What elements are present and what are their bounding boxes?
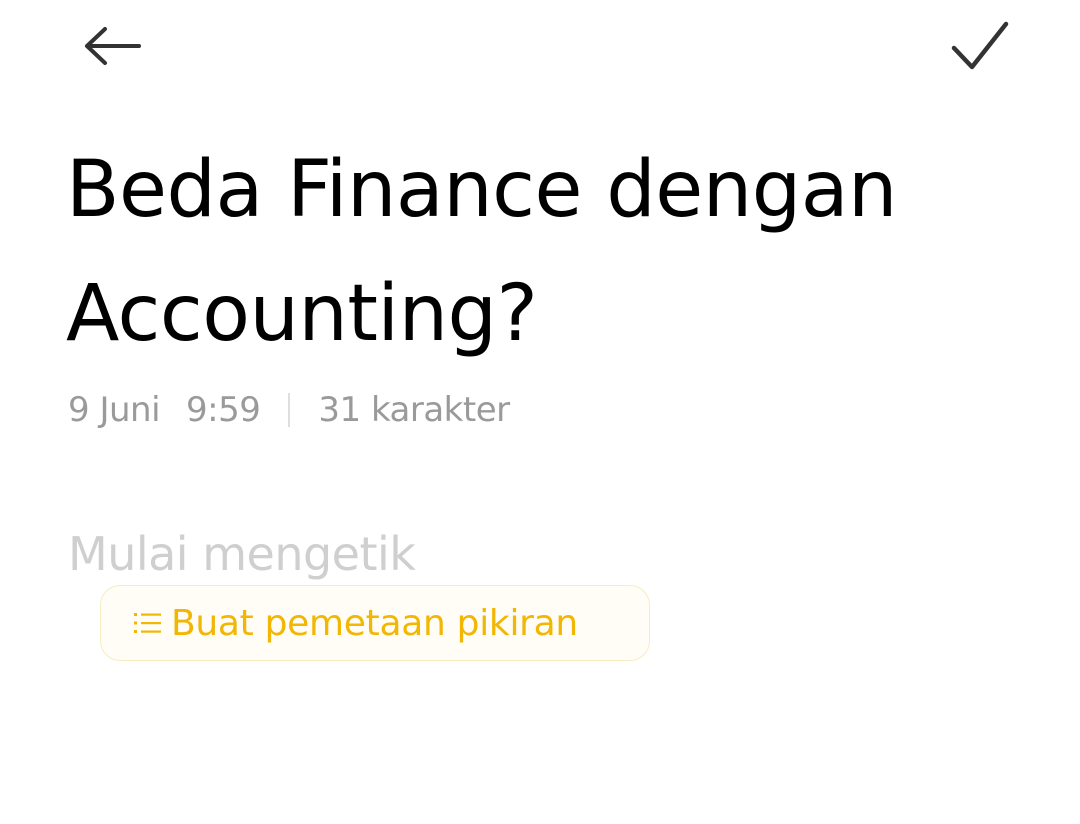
note-title[interactable]: Beda Finance dengan Accounting? bbox=[66, 128, 966, 376]
note-date: 9 Juni bbox=[68, 390, 161, 430]
note-title-line-2: Accounting? bbox=[66, 269, 538, 359]
create-mind-map-label: Buat pemetaan pikiran bbox=[171, 602, 578, 644]
character-count: 31 karakter bbox=[318, 390, 510, 430]
note-editor-screen: Beda Finance dengan Accounting? 9 Juni 9… bbox=[0, 0, 1080, 824]
note-meta: 9 Juni 9:59 31 karakter bbox=[68, 388, 510, 432]
meta-divider bbox=[288, 393, 291, 427]
create-mind-map-button[interactable]: Buat pemetaan pikiran bbox=[100, 585, 650, 661]
note-title-line-1: Beda Finance dengan bbox=[66, 145, 897, 235]
arrow-left-icon bbox=[85, 27, 141, 65]
back-button[interactable] bbox=[72, 14, 152, 78]
note-body-input[interactable] bbox=[68, 522, 968, 586]
confirm-button[interactable] bbox=[940, 10, 1020, 82]
list-icon bbox=[133, 608, 163, 638]
checkmark-icon bbox=[951, 21, 1009, 70]
note-time: 9:59 bbox=[186, 390, 261, 430]
